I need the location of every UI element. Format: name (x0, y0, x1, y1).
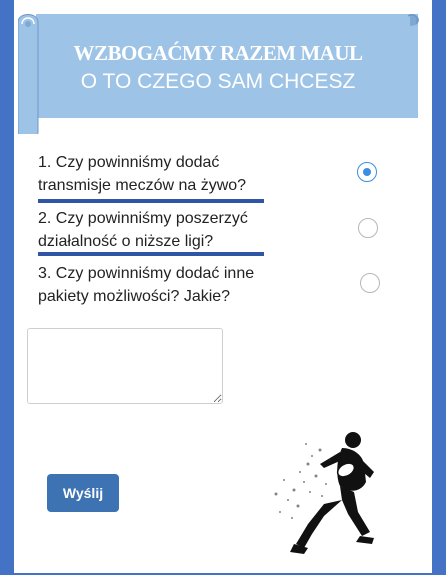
question-3-line1: 3. Czy powinniśmy dodać inne (38, 265, 255, 282)
question-divider (38, 252, 264, 256)
banner-subtitle: O TO CZEGO SAM CHCESZ (80, 70, 356, 93)
question-2-line2: działalność o niższe ligi? (38, 233, 214, 250)
question-2: 2. Czy powinniśmy poszerzyć działalność … (38, 207, 300, 253)
question-1-line2: transmisje meczów na żywo? (38, 177, 247, 194)
question-1-radio[interactable] (357, 162, 377, 182)
question-3-line2: pakiety możliwości? Jakie? (38, 288, 231, 305)
question-3: 3. Czy powinniśmy dodać inne pakiety moż… (38, 262, 300, 308)
question-1-line1: 1. Czy powinniśmy dodać (38, 154, 220, 171)
rugby-player-icon (250, 420, 400, 570)
answer-textarea[interactable] (27, 328, 223, 404)
question-2-radio[interactable] (358, 218, 378, 238)
banner-title: WZBOGAĆMY RAZEM MAUL (73, 41, 363, 65)
question-3-radio[interactable] (360, 273, 380, 293)
send-button[interactable]: Wyślij (47, 474, 119, 512)
question-1: 1. Czy powinniśmy dodać transmisje meczó… (38, 151, 300, 197)
question-2-line1: 2. Czy powinniśmy poszerzyć (38, 210, 248, 227)
question-divider (38, 199, 264, 203)
